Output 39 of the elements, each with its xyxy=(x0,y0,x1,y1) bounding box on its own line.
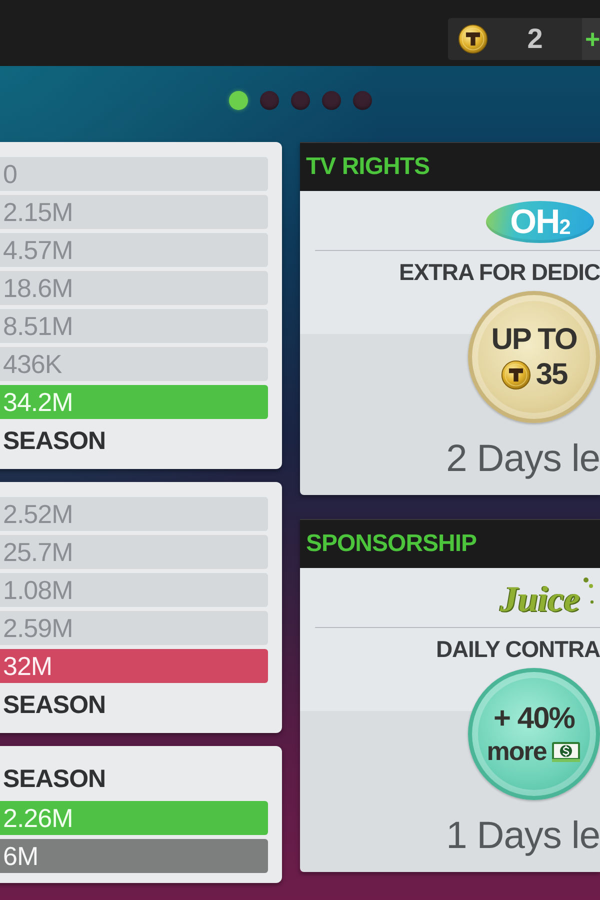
amount-row: 2.26M xyxy=(0,801,268,835)
add-coins-button[interactable]: + xyxy=(582,18,600,60)
seal-text: 35 xyxy=(536,358,568,391)
coin-count: 2 xyxy=(526,22,544,56)
season-label: SEASON xyxy=(2,764,107,795)
page-dot[interactable] xyxy=(228,91,248,110)
coin-icon xyxy=(500,360,531,390)
amount-row: 25.7M xyxy=(0,535,268,569)
section-header: SPONSORSHIP xyxy=(300,519,600,568)
amount-row: 34.2M xyxy=(0,385,268,419)
page-dot[interactable] xyxy=(260,91,278,110)
section-header: TV RIGHTS xyxy=(300,142,600,191)
page-dot[interactable] xyxy=(352,91,372,110)
amount-row: 2.59M xyxy=(0,611,268,645)
cash-icon xyxy=(551,740,582,764)
time-left: 2 Days le xyxy=(446,437,600,481)
offer-headline: DAILY CONTRA xyxy=(436,635,600,664)
drops-icon xyxy=(582,576,594,606)
amount-row: 18.6M xyxy=(0,271,268,305)
amount-row: 6M xyxy=(0,839,268,873)
amount-row: 32M xyxy=(0,649,268,683)
time-left: 1 Days le xyxy=(446,814,600,858)
season-label: SEASON xyxy=(2,690,107,721)
amount-row: 4.57M xyxy=(0,233,268,267)
amount-row: 0 xyxy=(0,157,268,191)
amount-row: 436K xyxy=(0,347,268,381)
season-label: SEASON xyxy=(2,426,107,457)
seal-text: + 40% xyxy=(494,702,574,736)
seal-text: UP TO xyxy=(491,323,577,356)
page-dot[interactable] xyxy=(322,91,340,110)
seal-text: more xyxy=(486,737,546,766)
amount-row: 2.52M xyxy=(0,497,268,531)
amount-row: 1.08M xyxy=(0,573,268,607)
brand-logo: Juice xyxy=(500,578,580,621)
coin-icon xyxy=(458,24,488,54)
offer-headline: EXTRA FOR DEDIC xyxy=(399,258,600,287)
amount-row: 2.15M xyxy=(0,195,268,229)
page-dot[interactable] xyxy=(290,91,310,110)
amount-row: 8.51M xyxy=(0,309,268,343)
